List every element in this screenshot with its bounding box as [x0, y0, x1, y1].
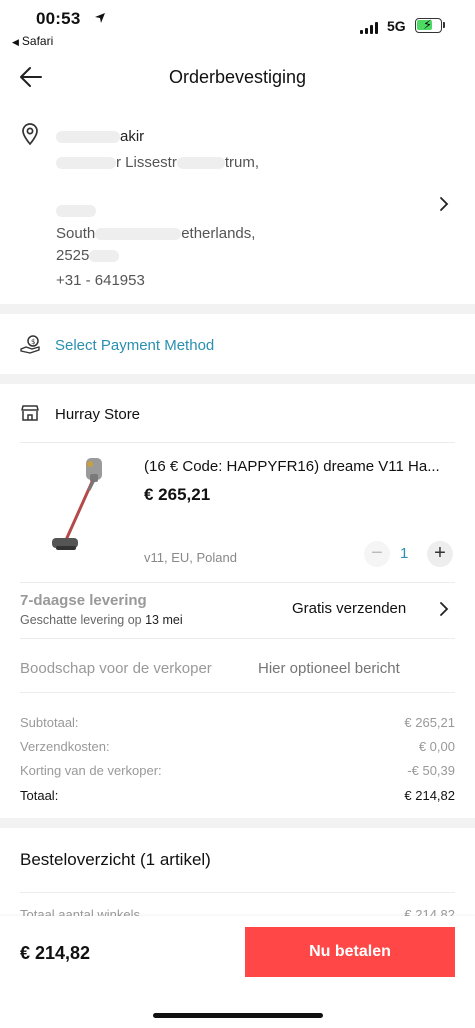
pay-now-button[interactable]: Nu betalen	[245, 927, 455, 977]
delivery-date: 13 mei	[145, 613, 183, 627]
quantity-value: 1	[400, 545, 409, 562]
seller-message-input[interactable]	[258, 660, 448, 677]
address-postcode: 2525	[56, 247, 120, 264]
product-image[interactable]	[46, 454, 118, 558]
svg-text:$: $	[31, 338, 35, 346]
store-icon	[21, 405, 39, 421]
redacted-blur	[56, 205, 96, 218]
divider	[20, 692, 455, 693]
product-title[interactable]: (16 € Code: HAPPYFR16) dreame V11 Ha...	[144, 458, 456, 475]
order-overview-title: Besteloverzicht (1 artikel)	[20, 850, 211, 869]
product-price: € 265,21	[144, 485, 211, 504]
summary-shipping: Verzendkosten: € 0,00	[20, 739, 455, 754]
divider	[20, 442, 455, 443]
address-street: r Lissestr trum,	[56, 154, 259, 171]
battery-icon: ⚡	[415, 17, 442, 33]
battery-cap	[443, 22, 445, 28]
summary-total: Totaal: € 214,82	[20, 788, 455, 803]
shipping-option[interactable]: Gratis verzenden	[292, 600, 406, 617]
redacted-blur	[95, 228, 182, 241]
section-divider	[0, 304, 475, 314]
section-divider	[0, 374, 475, 384]
divider	[20, 892, 455, 893]
shipping-address[interactable]: akir r Lissestr trum, South etherlands, 25…	[0, 110, 475, 302]
chevron-right-icon	[440, 197, 449, 211]
summary-subtotal: Subtotaal: € 265,21	[20, 715, 455, 730]
redacted-blur	[56, 157, 116, 170]
quantity-decrease-button[interactable]: −	[364, 541, 390, 567]
address-region: South etherlands,	[56, 225, 256, 242]
divider	[20, 582, 455, 583]
overview-row-cut: Totaal aantal winkels € 214,82	[20, 907, 455, 916]
back-to-app[interactable]: ◀ Safari	[12, 34, 53, 48]
delivery-estimate: Geschatte levering op 13 mei	[20, 613, 183, 627]
redacted-blur	[176, 157, 225, 170]
seller-message-label: Boodschap voor de verkoper	[20, 660, 212, 677]
redacted-blur	[56, 131, 120, 144]
checkout-total: € 214,82	[20, 943, 91, 963]
checkout-bar: € 214,82 Nu betalen	[0, 916, 475, 1028]
summary-seller-discount: Korting van de verkoper: -€ 50,39	[20, 763, 455, 778]
back-app-label: Safari	[21, 34, 54, 48]
select-payment-row[interactable]: $ Select Payment Method	[0, 318, 475, 372]
address-phone: +31 - 641953	[56, 272, 145, 289]
page-title: Orderbevestiging	[168, 67, 307, 87]
quantity-increase-button[interactable]: +	[427, 541, 453, 567]
divider	[20, 638, 455, 639]
address-name: akir	[56, 128, 144, 145]
chevron-right-icon[interactable]	[438, 601, 450, 617]
status-bar: 00:53 ◀ Safari 5G ⚡	[0, 0, 475, 52]
location-arrow-icon	[95, 13, 105, 23]
select-payment-label: Select Payment Method	[55, 337, 215, 354]
section-divider	[0, 818, 475, 828]
nav-header: Orderbevestiging	[0, 52, 475, 102]
signal-icon	[360, 22, 378, 34]
store-name[interactable]: Hurray Store	[55, 406, 140, 423]
clock: 00:53	[36, 9, 81, 28]
redacted-blur	[89, 250, 120, 263]
location-pin-icon	[22, 123, 38, 146]
payment-hand-coin-icon: $	[20, 335, 40, 354]
address-blurred-line	[56, 202, 96, 219]
home-indicator[interactable]	[153, 1013, 323, 1018]
network-label: 5G	[387, 18, 406, 34]
back-triangle-icon: ◀	[12, 37, 19, 47]
delivery-title: 7-daagse levering	[20, 592, 147, 609]
product-variant: v11, EU, Poland	[144, 550, 237, 565]
